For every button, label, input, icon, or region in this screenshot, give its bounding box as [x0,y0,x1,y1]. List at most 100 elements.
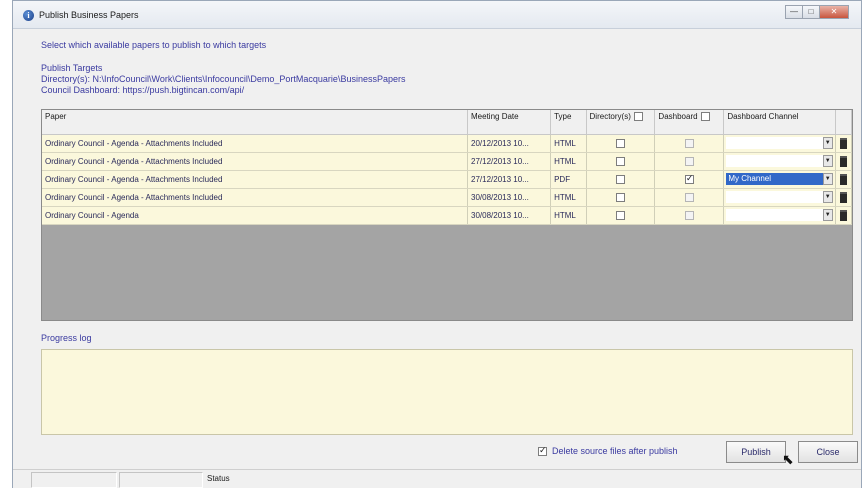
paper-cell[interactable]: Ordinary Council - Agenda - Attachments … [42,170,469,189]
channel-dropdown[interactable]: ▼ [726,190,833,204]
directory-select-all-checkbox[interactable] [633,112,643,122]
dashboard-checkbox[interactable] [684,210,694,220]
meeting-date-cell[interactable]: 30/08/2013 10... [467,206,552,225]
dashboard-cell [654,152,725,171]
targets-directory: Directory(s): N:\InfoCouncil\Work\Client… [41,74,406,84]
paper-cell[interactable]: Ordinary Council - Agenda - Attachments … [42,188,469,207]
delete-source-option[interactable]: Delete source files after publish [538,445,678,456]
type-cell[interactable]: HTML [550,188,587,207]
delete-source-checkbox[interactable] [538,445,547,456]
table-row[interactable]: Ordinary Council - Agenda - Attachments … [42,188,853,207]
trash-icon[interactable] [839,173,847,185]
publish-targets: Publish Targets Directory(s): N:\InfoCou… [41,63,405,96]
papers-grid: Paper Meeting Date Type Directory(s) Das… [41,109,853,321]
window-title: Publish Business Papers [39,10,139,20]
paper-cell[interactable]: Ordinary Council - Agenda - Attachments … [42,152,469,171]
dashboard-cell [654,206,725,225]
targets-dashboard: Council Dashboard: https://push.bigtinca… [41,85,245,95]
chevron-down-icon[interactable]: ▼ [822,155,833,167]
channel-dropdown[interactable]: ▼ [726,154,833,168]
dashboard-select-all-checkbox[interactable] [700,112,710,122]
close-window-button[interactable]: ✕ [819,5,849,19]
directory-checkbox[interactable] [615,156,625,166]
channel-cell: ▼ [723,152,836,171]
dashboard-cell [654,170,725,189]
dashboard-checkbox[interactable] [684,173,694,184]
dashboard-checkbox[interactable] [684,156,694,166]
table-row[interactable]: Ordinary Council - Agenda - Attachments … [42,152,853,171]
trash-icon[interactable] [839,155,847,167]
directory-checkbox[interactable] [615,174,625,184]
col-type[interactable]: Type [550,110,587,135]
type-cell[interactable]: HTML [550,152,587,171]
paper-cell[interactable]: Ordinary Council - Agenda [42,206,469,225]
directory-cell [586,152,656,171]
meeting-date-cell[interactable]: 27/12/2013 10... [467,152,552,171]
table-row[interactable]: Ordinary Council - Agenda - Attachments … [42,170,853,189]
type-cell[interactable]: HTML [550,206,587,225]
col-dashboard-channel[interactable]: Dashboard Channel [723,110,836,135]
channel-dropdown[interactable]: ▼ [726,208,833,222]
publish-button[interactable]: Publish [726,441,786,463]
chevron-down-icon[interactable]: ▼ [822,191,833,203]
directory-cell [586,134,656,153]
col-delete [835,110,853,135]
col-dashboard-label: Dashboard [658,112,698,121]
table-body: Ordinary Council - Agenda - Attachments … [42,134,853,225]
col-paper[interactable]: Paper [42,110,469,135]
delete-cell [835,206,853,225]
channel-value [726,209,823,221]
channel-value [726,155,823,167]
table-row[interactable]: Ordinary Council - Agenda - Attachments … [42,134,853,153]
table-row[interactable]: Ordinary Council - Agenda 30/08/2013 10..… [42,206,853,225]
delete-cell [835,152,853,171]
mouse-pointer-icon: ⬉ [782,451,794,467]
dashboard-checkbox[interactable] [684,192,694,202]
progress-log-label: Progress log [41,333,92,343]
window-controls: — □ ✕ [785,5,849,19]
paper-cell[interactable]: Ordinary Council - Agenda - Attachments … [42,134,469,153]
title-bar[interactable]: i Publish Business Papers — □ ✕ [13,1,861,29]
chevron-down-icon[interactable]: ▼ [822,209,833,221]
trash-icon[interactable] [839,137,847,149]
instructions-text: Select which available papers to publish… [41,40,267,50]
trash-icon[interactable] [839,191,847,203]
directory-cell [586,170,656,189]
channel-dropdown[interactable]: My Channel ▼ [726,172,833,186]
directory-checkbox[interactable] [615,210,625,220]
meeting-date-cell[interactable]: 20/12/2013 10... [467,134,552,153]
app-info-icon: i [23,10,34,21]
directory-checkbox[interactable] [615,192,625,202]
channel-value [726,191,823,203]
maximize-button[interactable]: □ [802,5,820,19]
close-button[interactable]: Close [798,441,858,463]
status-pane-2 [119,472,203,488]
directory-checkbox[interactable] [615,138,625,148]
channel-cell: ▼ [723,206,836,225]
channel-value: My Channel [726,173,823,185]
dashboard-cell [654,134,725,153]
minimize-button[interactable]: — [785,5,803,19]
table-header-row: Paper Meeting Date Type Directory(s) Das… [42,110,853,135]
papers-table: Paper Meeting Date Type Directory(s) Das… [42,110,853,225]
status-pane-1 [31,472,117,488]
meeting-date-cell[interactable]: 30/08/2013 10... [467,188,552,207]
progress-log[interactable] [41,349,853,435]
type-cell[interactable]: HTML [550,134,587,153]
col-directory-label: Directory(s) [589,112,631,121]
type-cell[interactable]: PDF [550,170,587,189]
meeting-date-cell[interactable]: 27/12/2013 10... [467,170,552,189]
col-dashboard[interactable]: Dashboard [654,110,725,135]
chevron-down-icon[interactable]: ▼ [822,137,833,149]
status-text: Status [207,474,230,483]
channel-value [726,137,823,149]
delete-cell [835,188,853,207]
chevron-down-icon[interactable]: ▼ [822,173,833,185]
col-directory[interactable]: Directory(s) [586,110,656,135]
dashboard-checkbox[interactable] [684,138,694,148]
channel-cell: ▼ [723,188,836,207]
channel-dropdown[interactable]: ▼ [726,136,833,150]
status-bar: Status [13,469,861,488]
col-meeting-date[interactable]: Meeting Date [467,110,552,135]
trash-icon[interactable] [839,209,847,221]
